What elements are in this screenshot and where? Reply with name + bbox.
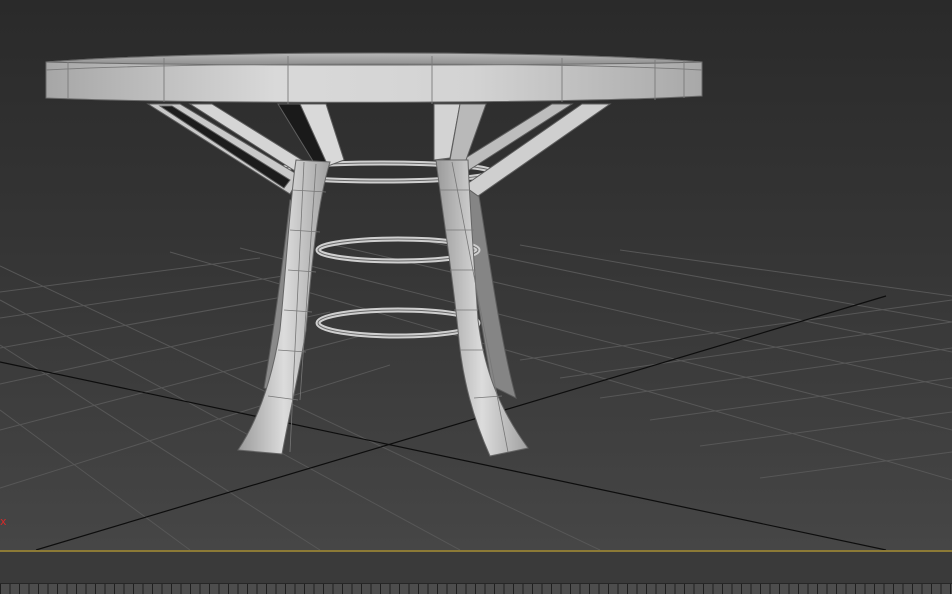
perspective-viewport[interactable]: x — [0, 0, 952, 550]
timeline-ruler[interactable] — [0, 583, 952, 594]
table-leg-front-left — [237, 159, 331, 455]
viewport-scene[interactable] — [0, 0, 952, 550]
axis-indicator-x: x — [0, 515, 7, 528]
table-top — [45, 52, 703, 104]
